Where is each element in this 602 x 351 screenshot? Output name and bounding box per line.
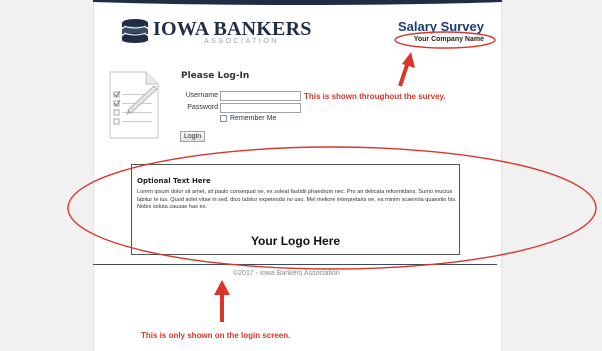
- username-label: Username: [185, 92, 218, 99]
- footer-divider: [93, 264, 497, 265]
- optional-content-box: Optional Text Here Lorem ipsum dolor sit…: [131, 164, 460, 255]
- username-input[interactable]: [220, 91, 301, 101]
- password-input[interactable]: [220, 103, 301, 113]
- annotation-bottom-note: This is only shown on the login screen.: [141, 331, 291, 340]
- bank-logo-icon: [122, 19, 148, 43]
- header-accent-bar: [93, 0, 502, 6]
- checklist-document-icon: [109, 71, 159, 139]
- login-title: Please Log-In: [181, 71, 250, 81]
- optional-body-text: Lorem ipsum dolor sit amet, sit paulo co…: [137, 189, 457, 210]
- footer-copyright: ©2017 - Iowa Bankers Association: [233, 270, 340, 277]
- company-name: Your Company Name: [413, 36, 484, 43]
- remember-me-label: Remember Me: [230, 115, 277, 122]
- remember-me-row[interactable]: Remember Me: [220, 115, 276, 122]
- optional-title: Optional Text Here: [137, 177, 211, 185]
- annotation-top-note: This is shown throughout the survey.: [304, 92, 446, 101]
- remember-me-checkbox[interactable]: [220, 115, 227, 122]
- login-button[interactable]: Login: [180, 131, 206, 142]
- password-label: Password: [187, 104, 218, 111]
- logo-placeholder: Your Logo Here: [250, 234, 341, 248]
- survey-title: Salary Survey: [397, 19, 484, 34]
- iowa-bankers-logo: IOWA BANKERS ASSOCIATION: [120, 16, 311, 46]
- logo-subtitle: ASSOCIATION: [204, 38, 279, 45]
